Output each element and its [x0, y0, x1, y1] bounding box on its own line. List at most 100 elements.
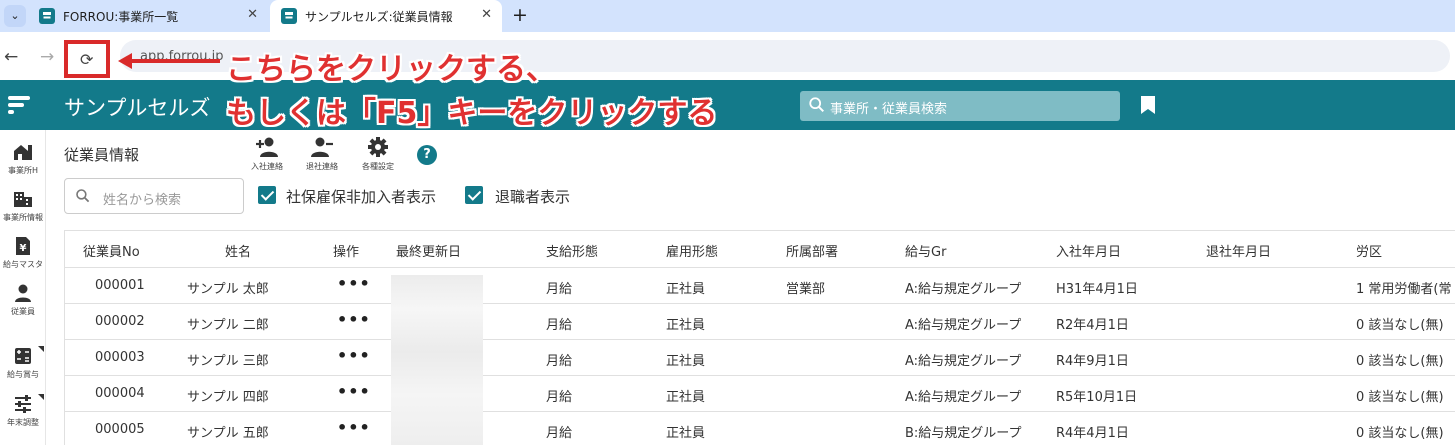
- annotation-arrow: [128, 59, 220, 63]
- table-row[interactable]: 000003 サンプル 三郎 ••• 月給 正社員 A:給与規定グループ R4年…: [65, 339, 1455, 375]
- cell-labor-class: 0 該当なし(無): [1356, 426, 1444, 441]
- forrou-logo-icon[interactable]: [8, 93, 32, 117]
- tool-label: 退社連絡: [306, 162, 338, 171]
- cell-name: サンプル 太郎: [187, 282, 269, 297]
- cell-pay-type: 月給: [546, 354, 573, 369]
- tab-close-icon[interactable]: ✕: [247, 7, 258, 22]
- forward-arrow-icon[interactable]: →: [40, 47, 54, 67]
- cell-salary-group: A:給与規定グループ: [905, 318, 1022, 333]
- tab-search-menu-button[interactable]: ⌄: [4, 5, 26, 27]
- sidebar-item-label: 給与賞与: [7, 370, 39, 379]
- person-icon: [15, 284, 31, 302]
- sidebar-item-label: 従業員: [11, 307, 35, 316]
- new-tab-button[interactable]: +: [512, 4, 528, 26]
- row-actions-icon[interactable]: •••: [337, 382, 371, 401]
- resignation-notice-button[interactable]: 退社連絡: [302, 136, 342, 172]
- cell-employment-type: 正社員: [666, 318, 706, 333]
- cell-employment-type: 正社員: [666, 354, 706, 369]
- settings-button[interactable]: 各種設定: [358, 136, 398, 172]
- svg-text:¥: ¥: [20, 243, 27, 254]
- cell-department: 営業部: [786, 282, 826, 297]
- cell-name: サンプル 四郎: [187, 390, 269, 405]
- sidebar-item-year-end-adjustment[interactable]: 年末調整: [0, 394, 46, 428]
- back-arrow-icon[interactable]: ←: [4, 47, 18, 67]
- hire-notice-button[interactable]: 入社連絡: [247, 136, 287, 172]
- tool-label: 各種設定: [362, 162, 394, 171]
- sidebar-item-salary-master[interactable]: ¥ 給与マスタ: [0, 236, 46, 270]
- page-title: 従業員情報: [64, 146, 140, 164]
- reload-button[interactable]: ⟳: [64, 40, 110, 78]
- name-search-input[interactable]: 姓名から検索: [64, 178, 244, 214]
- building-icon: [14, 192, 32, 207]
- sidebar: 事業所H 事業所情報 ¥ 給与マスタ 従業員 給与賞与 年末調整: [0, 130, 46, 445]
- cell-pay-type: 月給: [546, 318, 573, 333]
- sidebar-item-label: 年末調整: [7, 418, 39, 427]
- annotation-arrowhead: [118, 53, 132, 69]
- browser-tab-employee-info[interactable]: サンプルセルズ:従業員情報 ✕: [270, 0, 502, 32]
- cell-labor-class: 1 常用労働者(常: [1356, 282, 1452, 297]
- bookmark-icon[interactable]: [1141, 96, 1155, 114]
- annotation-text-line1: こちらをクリックする、: [226, 52, 556, 87]
- cell-name: サンプル 五郎: [187, 426, 269, 441]
- cell-employee-no: 000002: [95, 314, 145, 329]
- cell-join-date: H31年4月1日: [1056, 282, 1138, 297]
- employee-table: 従業員No 姓名 操作 最終更新日 支給形態 雇用形態 所属部署 給与Gr 入社…: [64, 230, 1455, 445]
- cell-employment-type: 正社員: [666, 426, 706, 441]
- column-header[interactable]: 従業員No: [83, 241, 140, 260]
- browser-tab-office-list[interactable]: FORROU:事業所一覧 ✕: [28, 0, 268, 32]
- home-icon: [14, 145, 32, 160]
- column-header[interactable]: 退社年月日: [1206, 241, 1271, 260]
- column-header: 操作: [333, 245, 360, 260]
- row-actions-icon[interactable]: •••: [337, 418, 371, 437]
- cell-employment-type: 正社員: [666, 282, 706, 297]
- help-icon[interactable]: ?: [417, 145, 437, 165]
- column-header[interactable]: 最終更新日: [396, 241, 461, 260]
- cell-name: サンプル 二郎: [187, 318, 269, 333]
- sidebar-item-payroll-bonus[interactable]: 給与賞与: [0, 346, 46, 380]
- person-remove-icon: [311, 137, 333, 157]
- column-header[interactable]: 雇用形態: [666, 241, 718, 260]
- cell-join-date: R5年10月1日: [1056, 390, 1138, 405]
- cell-employee-no: 000003: [95, 350, 145, 365]
- sidebar-item-office-home[interactable]: 事業所H: [0, 142, 46, 176]
- cell-employee-no: 000004: [95, 386, 145, 401]
- cell-employee-no: 000005: [95, 422, 145, 437]
- column-header[interactable]: 姓名: [225, 241, 251, 260]
- cell-salary-group: A:給与規定グループ: [905, 282, 1022, 297]
- search-icon: [76, 189, 90, 203]
- table-row[interactable]: 000004 サンプル 四郎 ••• 月給 正社員 A:給与規定グループ R5年…: [65, 375, 1455, 411]
- row-actions-icon[interactable]: •••: [337, 310, 371, 329]
- column-header[interactable]: 支給形態: [546, 241, 598, 260]
- column-header[interactable]: 入社年月日: [1056, 241, 1121, 260]
- cell-labor-class: 0 該当なし(無): [1356, 390, 1444, 405]
- cell-labor-class: 0 該当なし(無): [1356, 318, 1444, 333]
- show-retired-checkbox[interactable]: [465, 186, 483, 204]
- row-actions-icon[interactable]: •••: [337, 274, 371, 293]
- tab-title: FORROU:事業所一覧: [63, 10, 179, 24]
- table-row[interactable]: 000002 サンプル 二郎 ••• 月給 正社員 A:給与規定グループ R2年…: [65, 303, 1455, 339]
- sidebar-item-label: 給与マスタ: [3, 260, 43, 269]
- sidebar-item-employees[interactable]: 従業員: [0, 283, 46, 317]
- app-header: サンプルセルズ 事業所・従業員検索: [0, 80, 1455, 130]
- cell-join-date: R4年4月1日: [1056, 426, 1129, 441]
- column-header[interactable]: 所属部署: [786, 241, 838, 260]
- show-uninsured-label: 社保雇保非加入者表示: [286, 188, 437, 206]
- annotation-text-line2: もしくは「F5」キーをクリックする: [226, 96, 718, 131]
- sidebar-item-office-info[interactable]: 事業所情報: [0, 189, 46, 223]
- row-actions-icon[interactable]: •••: [337, 346, 371, 365]
- column-header[interactable]: 給与Gr: [905, 241, 946, 260]
- search-placeholder: 事業所・従業員検索: [830, 102, 948, 117]
- cell-salary-group: A:給与規定グループ: [905, 390, 1022, 405]
- person-add-icon: [256, 137, 278, 157]
- table-row[interactable]: 000001 サンプル 太郎 ••• 月給 正社員 営業部 A:給与規定グループ…: [65, 267, 1455, 303]
- sidebar-item-label: 事業所情報: [3, 213, 43, 222]
- browser-toolbar: ← → app.forrou.jp ⟳: [0, 32, 1455, 80]
- column-header[interactable]: 労区: [1356, 241, 1382, 260]
- office-employee-search-input[interactable]: 事業所・従業員検索: [800, 91, 1120, 121]
- show-uninsured-checkbox[interactable]: [258, 186, 276, 204]
- cell-join-date: R4年9月1日: [1056, 354, 1129, 369]
- redacted-last-updated-column: [391, 275, 483, 445]
- table-row[interactable]: 000005 サンプル 五郎 ••• 月給 正社員 B:給与規定グループ R4年…: [65, 411, 1455, 445]
- cell-salary-group: B:給与規定グループ: [905, 426, 1022, 441]
- tab-close-icon[interactable]: ✕: [481, 7, 492, 22]
